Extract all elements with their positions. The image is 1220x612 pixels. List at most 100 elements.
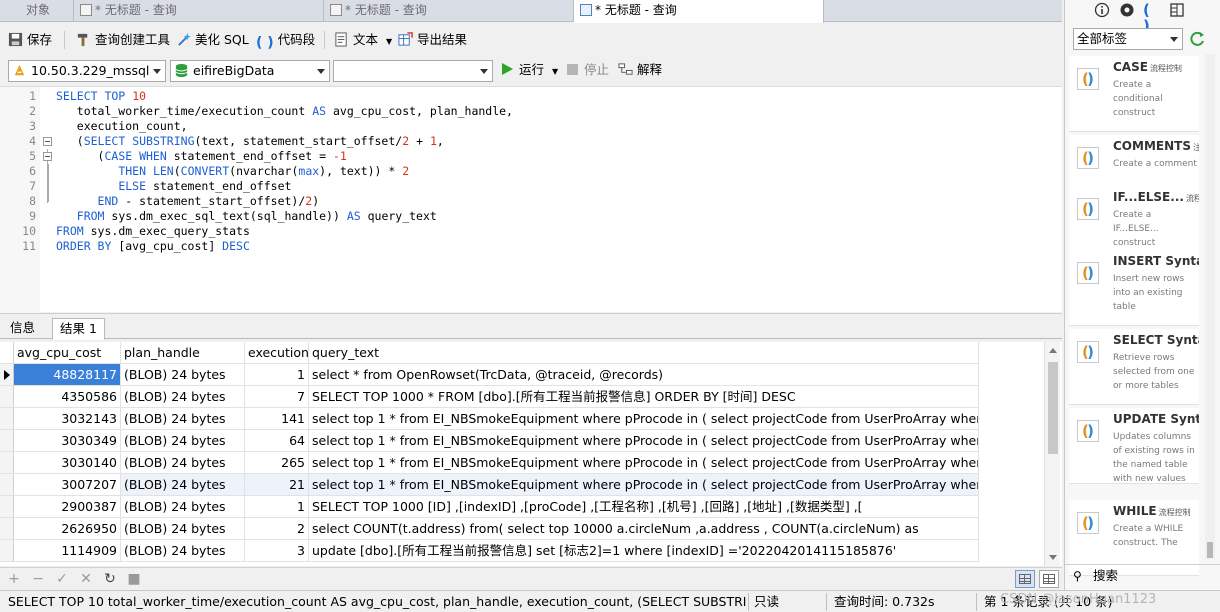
table-cell[interactable]: 4350586 <box>14 386 121 408</box>
fold-toggle-icon[interactable] <box>43 152 52 161</box>
info-icon[interactable] <box>1094 2 1110 18</box>
table-cell[interactable]: 3030140 <box>14 452 121 474</box>
snippet-description: Create a IF...ELSE... construct <box>1113 210 1159 248</box>
table-cell[interactable]: select top 1 * from EI_NBSmokeEquipment … <box>309 452 979 474</box>
panel-scrollbar[interactable] <box>1205 54 1215 559</box>
table-cell[interactable]: 2626950 <box>14 518 121 540</box>
row-selector[interactable] <box>0 518 14 540</box>
column-header[interactable]: execution_ <box>245 342 309 364</box>
refresh-icon[interactable]: ↻ <box>102 571 118 587</box>
snippet-item[interactable]: CASE流程控制 Create a conditional construct <box>1069 56 1199 132</box>
table-cell[interactable]: (BLOB) 24 bytes <box>121 452 245 474</box>
table-cell[interactable]: SELECT TOP 1000 [ID] ,[indexID] ,[proCod… <box>309 496 979 518</box>
table-cell[interactable]: (BLOB) 24 bytes <box>121 430 245 452</box>
table-cell[interactable]: 3007207 <box>14 474 121 496</box>
tab-objects[interactable]: 对象 <box>0 0 74 22</box>
discard-icon[interactable]: ✕ <box>78 571 94 587</box>
table-cell[interactable]: 7 <box>245 386 309 408</box>
table-cell[interactable]: 2900387 <box>14 496 121 518</box>
text-mode-button[interactable]: 文本 ▼ <box>334 30 392 50</box>
parentheses-icon[interactable]: ( ) <box>1143 2 1159 34</box>
table-cell[interactable]: 21 <box>245 474 309 496</box>
table-cell[interactable]: (BLOB) 24 bytes <box>121 496 245 518</box>
row-selector[interactable] <box>0 408 14 430</box>
table-cell[interactable]: update [dbo].[所有工程当前报警信息] set [标志2]=1 wh… <box>309 540 979 562</box>
snippet-item[interactable]: INSERT Syntax Insert new rows into an exi… <box>1069 250 1199 326</box>
query-builder-button[interactable]: 查询创建工具 <box>76 30 170 50</box>
row-selector[interactable] <box>0 474 14 496</box>
table-cell[interactable]: select COUNT(t.address) from( select top… <box>309 518 979 540</box>
table-cell[interactable]: select top 1 * from EI_NBSmokeEquipment … <box>309 474 979 496</box>
stop-label: 停止 <box>584 62 610 77</box>
sql-editor[interactable]: 1 SELECT TOP 10 2 total_worker_time/execu… <box>0 86 1062 313</box>
code-snippet-button[interactable]: ( ) 代码段 <box>256 30 315 51</box>
grid-scrollbar[interactable] <box>1044 342 1060 566</box>
column-header[interactable]: query_text <box>309 342 979 364</box>
tab-info[interactable]: 信息 <box>3 318 42 340</box>
scroll-thumb[interactable] <box>1048 362 1058 454</box>
database-select[interactable]: eifireBigData <box>170 60 330 82</box>
row-selector[interactable] <box>0 540 14 562</box>
row-selector[interactable] <box>0 364 14 386</box>
stop-button[interactable]: 停止 <box>567 60 609 80</box>
table-cell[interactable]: (BLOB) 24 bytes <box>121 518 245 540</box>
table-cell[interactable]: 48828117 <box>14 364 121 386</box>
table-cell[interactable]: select top 1 * from EI_NBSmokeEquipment … <box>309 408 979 430</box>
table-cell[interactable]: 1 <box>245 364 309 386</box>
snippet-search[interactable]: ⚲ 搜索 <box>1065 564 1220 588</box>
tab-query-3[interactable]: * 无标题 - 查询 <box>574 0 824 23</box>
row-selector[interactable] <box>0 452 14 474</box>
table-cell[interactable]: (BLOB) 24 bytes <box>121 540 245 562</box>
snippet-item[interactable]: UPDATE Syntax Updates columns of existing… <box>1069 408 1199 484</box>
table-cell[interactable]: 3 <box>245 540 309 562</box>
table-cell[interactable]: (BLOB) 24 bytes <box>121 386 245 408</box>
table-cell[interactable]: 265 <box>245 452 309 474</box>
snippet-title: UPDATE Syntax <box>1113 412 1199 426</box>
table-cell[interactable]: 3032143 <box>14 408 121 430</box>
scroll-thumb[interactable] <box>1207 542 1213 558</box>
form-view-button[interactable] <box>1039 570 1059 588</box>
grid-view-button[interactable] <box>1015 570 1035 588</box>
table-cell[interactable]: 64 <box>245 430 309 452</box>
schema-select[interactable] <box>333 60 493 82</box>
refresh-icon[interactable] <box>1187 29 1207 49</box>
stop-icon[interactable]: ■ <box>126 571 142 587</box>
row-selector[interactable] <box>0 430 14 452</box>
export-results-button[interactable]: 导出结果 <box>398 30 467 50</box>
snippet-title-text: INSERT Syntax <box>1113 254 1199 268</box>
table-cell[interactable]: 3030349 <box>14 430 121 452</box>
save-button[interactable]: 保存 <box>8 30 52 50</box>
row-selector[interactable] <box>0 496 14 518</box>
scroll-down-icon[interactable] <box>1049 555 1057 560</box>
run-button[interactable]: 运行 ▼ <box>502 60 558 80</box>
layout-icon[interactable] <box>1169 2 1185 18</box>
table-cell[interactable]: (BLOB) 24 bytes <box>121 474 245 496</box>
tag-filter-select[interactable]: 全部标签 <box>1073 28 1183 50</box>
fold-toggle-icon[interactable] <box>43 137 52 146</box>
table-cell[interactable]: select * from OpenRowset(TrcData, @trace… <box>309 364 979 386</box>
column-header[interactable]: avg_cpu_cost <box>14 342 121 364</box>
beautify-sql-button[interactable]: 美化 SQL <box>176 30 249 50</box>
table-cell[interactable]: 141 <box>245 408 309 430</box>
scroll-up-icon[interactable] <box>1049 348 1057 353</box>
delete-row-icon[interactable]: − <box>30 571 46 587</box>
tab-query-1[interactable]: * 无标题 - 查询 <box>74 0 324 22</box>
table-cell[interactable]: 1 <box>245 496 309 518</box>
column-header[interactable]: plan_handle <box>121 342 245 364</box>
table-cell[interactable]: 1114909 <box>14 540 121 562</box>
tab-result-1[interactable]: 结果 1 <box>52 318 105 340</box>
row-selector[interactable] <box>0 386 14 408</box>
table-cell[interactable]: SELECT TOP 1000 * FROM [dbo].[所有工程当前报警信息… <box>309 386 979 408</box>
table-cell[interactable]: 2 <box>245 518 309 540</box>
connection-select[interactable]: 10.50.3.229_mssql <box>8 60 166 82</box>
explain-button[interactable]: 解释 <box>618 60 662 80</box>
table-cell[interactable]: (BLOB) 24 bytes <box>121 408 245 430</box>
snippet-item[interactable]: SELECT Syntax Retrieve rows selected from… <box>1069 329 1199 405</box>
result-grid[interactable]: avg_cpu_cost plan_handle execution_ quer… <box>0 342 1062 566</box>
table-cell[interactable]: (BLOB) 24 bytes <box>121 364 245 386</box>
apply-icon[interactable]: ✓ <box>54 571 70 587</box>
add-row-icon[interactable]: + <box>6 571 22 587</box>
preview-icon[interactable] <box>1119 2 1135 18</box>
tab-query-2[interactable]: * 无标题 - 查询 <box>324 0 574 22</box>
table-cell[interactable]: select top 1 * from EI_NBSmokeEquipment … <box>309 430 979 452</box>
